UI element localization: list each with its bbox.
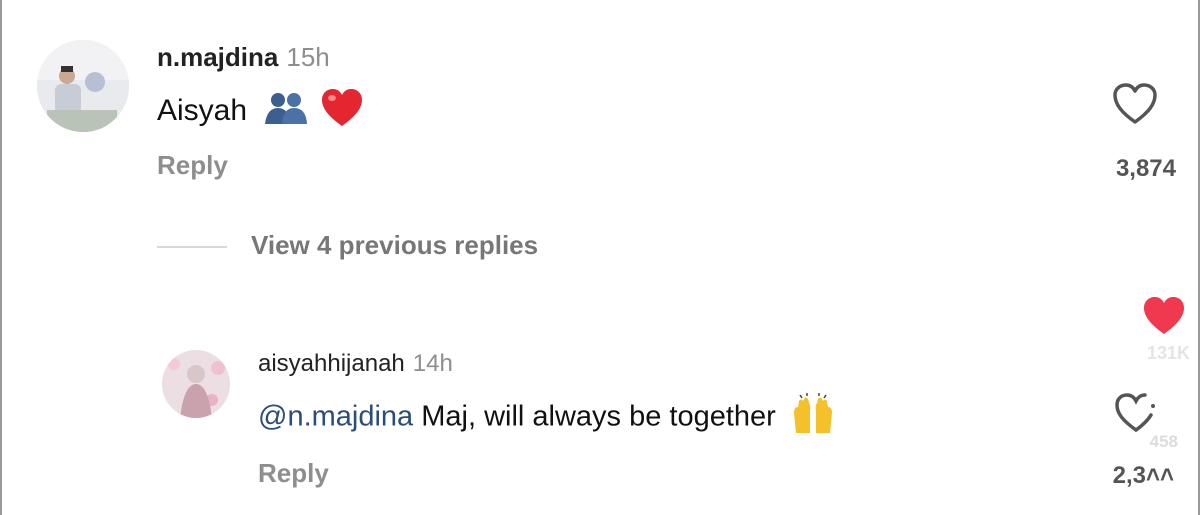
comment-username[interactable]: aisyahhijanah — [258, 350, 405, 377]
mention-link[interactable]: @n.majdina — [258, 401, 413, 433]
comment-text: Aisyah — [157, 88, 364, 136]
like-count: 3,874 — [1115, 155, 1176, 182]
like-count: 2,3˄˄ — [1112, 462, 1174, 489]
heart-outline-icon — [1115, 393, 1155, 432]
replies-divider — [157, 246, 227, 248]
avatar-photo — [162, 350, 230, 418]
reply-button[interactable]: Reply — [157, 150, 228, 181]
comment-text-content: Maj, will always be together — [413, 400, 776, 433]
avatar[interactable] — [162, 350, 230, 418]
comment-text: @n.majdina Maj, will always be together — [258, 393, 836, 443]
comment-author[interactable]: aisyahhijanah 14h — [258, 350, 453, 378]
reply-button[interactable]: Reply — [258, 458, 329, 489]
comment-timestamp: 14h — [412, 350, 453, 377]
overlay-like-count: 131K — [1146, 343, 1190, 363]
comment-timestamp: 15h — [286, 42, 330, 72]
like-button[interactable] — [1111, 82, 1159, 131]
heart-filled-icon — [1144, 297, 1184, 334]
avatar-photo — [37, 40, 129, 132]
comment-text-content: Aisyah — [157, 93, 248, 127]
comment-author[interactable]: n.majdina 15h — [157, 42, 330, 73]
red-heart-emoji-icon — [320, 88, 364, 136]
frame-left-edge — [0, 0, 2, 515]
view-previous-replies-button[interactable]: View 4 previous replies — [251, 230, 538, 261]
overlay-secondary-count: 458 — [1149, 432, 1178, 451]
raising-hands-emoji-icon — [790, 393, 836, 443]
comment-username[interactable]: n.majdina — [157, 42, 278, 72]
avatar[interactable] — [37, 40, 129, 132]
people-emoji-icon — [263, 90, 309, 134]
overlay-like-button[interactable] — [1141, 295, 1187, 342]
heart-outline-icon — [1113, 83, 1157, 124]
